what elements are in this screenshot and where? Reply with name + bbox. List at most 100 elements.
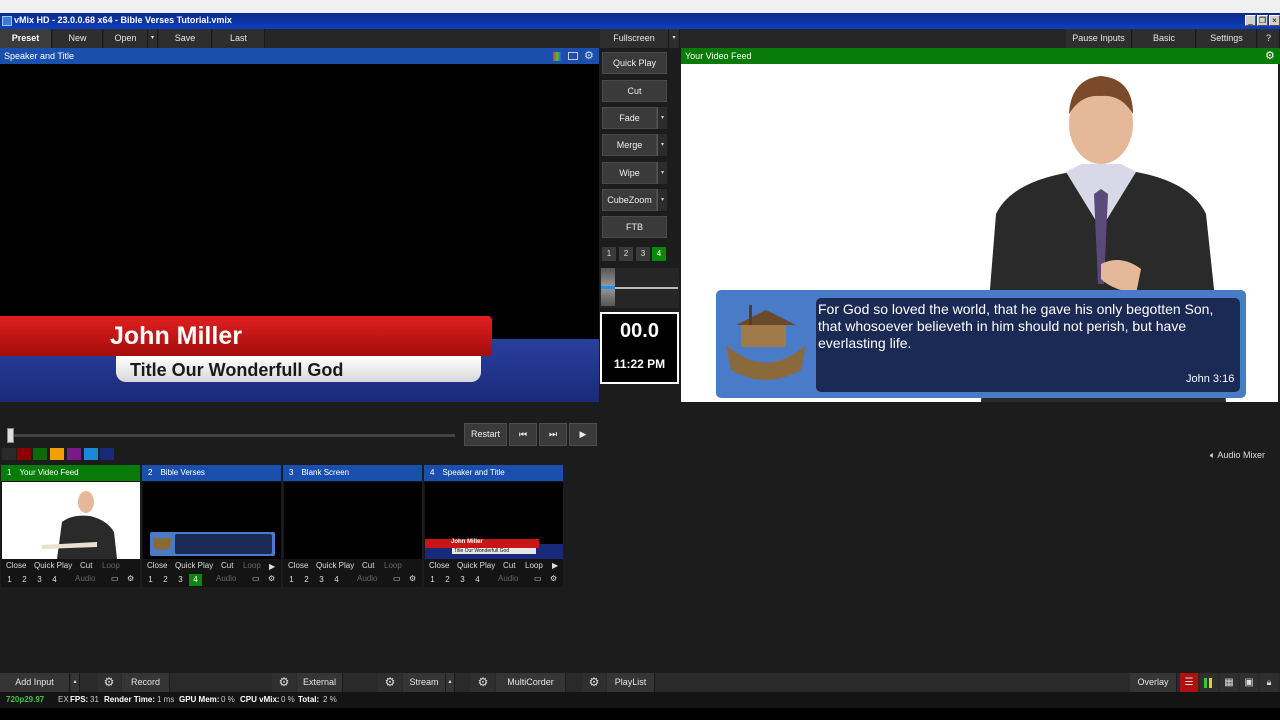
playlist-button[interactable]: PlayList <box>607 673 655 692</box>
input-4-overlay-1[interactable]: 1 <box>426 574 439 586</box>
input-4-audio-button[interactable]: Audio <box>498 574 518 583</box>
list-view-icon[interactable]: ☰ <box>1180 673 1198 692</box>
wipe-button[interactable]: Wipe <box>602 162 657 184</box>
merge-dropdown-icon[interactable]: ▾ <box>657 134 667 156</box>
skip-back-icon[interactable]: ⏮ <box>509 423 537 446</box>
add-input-dropdown-icon[interactable]: ▴ <box>71 673 80 692</box>
color-tag-red[interactable] <box>17 448 31 460</box>
input-1-overlay-1[interactable]: 1 <box>3 574 16 586</box>
input-4-monitor-icon[interactable]: ▭ <box>534 574 542 583</box>
input-3-quick-play-button[interactable]: Quick Play <box>316 561 354 570</box>
play-icon[interactable]: ▶ <box>569 423 597 446</box>
audio-mixer-toggle[interactable]: 🔈︎ Audio Mixer <box>1210 450 1265 461</box>
preview-window[interactable]: John Miller Title Our Wonderfull God <box>0 64 599 402</box>
help-button[interactable]: ? <box>1258 29 1280 48</box>
input-1-loop-button[interactable]: Loop <box>102 561 120 570</box>
input-1[interactable]: 1 Your Video Feed Close Quick Play Cut Lo… <box>1 465 140 587</box>
input-4-overlay-3[interactable]: 3 <box>456 574 469 586</box>
close-icon[interactable]: × <box>1269 15 1280 26</box>
preset-button[interactable]: Preset <box>0 29 52 48</box>
input-4-quick-play-button[interactable]: Quick Play <box>457 561 495 570</box>
input-1-quick-play-button[interactable]: Quick Play <box>34 561 72 570</box>
input-4-header[interactable]: 4 Speaker and Title <box>424 465 563 481</box>
add-input-button[interactable]: Add Input <box>0 673 70 692</box>
open-dropdown-icon[interactable]: ▾ <box>148 29 158 48</box>
ftb-button[interactable]: FTB <box>602 216 667 238</box>
input-2-cut-button[interactable]: Cut <box>221 561 233 570</box>
quick-play-button[interactable]: Quick Play <box>602 52 667 74</box>
color-tag-navy[interactable] <box>100 448 114 460</box>
stream-button[interactable]: Stream <box>403 673 446 692</box>
input-2-gear-icon[interactable]: ⚙ <box>268 574 275 583</box>
input-2-loop-button[interactable]: Loop <box>243 561 261 570</box>
input-1-gear-icon[interactable]: ⚙ <box>127 574 134 583</box>
input-1-overlay-3[interactable]: 3 <box>33 574 46 586</box>
input-1-cut-button[interactable]: Cut <box>80 561 92 570</box>
input-2-header[interactable]: 2 Bible Verses <box>142 465 281 481</box>
external-settings-gear-icon[interactable]: ⚙ <box>272 673 296 692</box>
input-1-header[interactable]: 1 Your Video Feed <box>1 465 140 481</box>
input-3-audio-button[interactable]: Audio <box>357 574 377 583</box>
record-settings-gear-icon[interactable]: ⚙ <box>97 673 121 692</box>
stream-settings-gear-icon[interactable]: ⚙ <box>378 673 402 692</box>
input-2-overlay-4[interactable]: 4 <box>189 574 202 586</box>
input-4-loop-button[interactable]: Loop <box>525 561 543 570</box>
transition-4-button[interactable]: 4 <box>652 247 666 261</box>
color-tag-none[interactable] <box>2 448 16 460</box>
input-4-play-icon[interactable]: ▶ <box>552 561 558 570</box>
t-bar-handle[interactable] <box>601 268 615 306</box>
record-button[interactable]: Record <box>122 673 170 692</box>
cubezoom-button[interactable]: CubeZoom <box>602 189 657 211</box>
input-2-audio-button[interactable]: Audio <box>216 574 236 583</box>
input-3-monitor-icon[interactable]: ▭ <box>393 574 401 583</box>
input-1-overlay-2[interactable]: 2 <box>18 574 31 586</box>
input-2-close-button[interactable]: Close <box>147 561 167 570</box>
restart-button[interactable]: Restart <box>464 423 507 446</box>
external-button[interactable]: External <box>297 673 343 692</box>
color-bars-icon[interactable] <box>553 52 562 61</box>
monitor-icon[interactable] <box>568 52 578 60</box>
input-4[interactable]: 4 Speaker and Title John Miller Title Our… <box>424 465 563 587</box>
input-2-thumbnail[interactable] <box>143 482 281 559</box>
input-3-thumbnail[interactable] <box>284 482 422 559</box>
preview-gear-icon[interactable]: ⚙ <box>584 48 594 64</box>
new-button[interactable]: New <box>53 29 103 48</box>
input-4-close-button[interactable]: Close <box>429 561 449 570</box>
input-1-play-icon[interactable]: ▶ <box>269 562 275 571</box>
multicorder-button[interactable]: MultiCorder <box>496 673 566 692</box>
wipe-dropdown-icon[interactable]: ▾ <box>657 162 667 184</box>
input-1-close-button[interactable]: Close <box>6 561 26 570</box>
overlay-button[interactable]: Overlay <box>1130 673 1177 692</box>
color-tag-orange[interactable] <box>50 448 64 460</box>
snapshot-icon[interactable]: ▣ <box>1240 673 1258 692</box>
playlist-settings-gear-icon[interactable]: ⚙ <box>582 673 606 692</box>
transition-2-button[interactable]: 2 <box>619 247 633 261</box>
input-1-thumbnail[interactable] <box>2 482 140 559</box>
last-button[interactable]: Last <box>213 29 265 48</box>
input-3-loop-button[interactable]: Loop <box>384 561 402 570</box>
input-2-monitor-icon[interactable]: ▭ <box>252 574 260 583</box>
cut-button[interactable]: Cut <box>602 80 667 102</box>
transition-1-button[interactable]: 1 <box>602 247 616 261</box>
basic-button[interactable]: Basic <box>1133 29 1196 48</box>
input-3-header[interactable]: 3 Blank Screen <box>283 465 422 481</box>
input-3-overlay-1[interactable]: 1 <box>285 574 298 586</box>
input-2-overlay-3[interactable]: 3 <box>174 574 187 586</box>
color-tag-purple[interactable] <box>67 448 81 460</box>
settings-button[interactable]: Settings <box>1197 29 1257 48</box>
seek-bar[interactable] <box>10 434 455 437</box>
input-1-audio-button[interactable]: Audio <box>75 574 95 583</box>
input-1-overlay-4[interactable]: 4 <box>48 574 61 586</box>
input-3-gear-icon[interactable]: ⚙ <box>409 574 416 583</box>
fullscreen-dropdown-icon[interactable]: ▾ <box>669 29 680 48</box>
lock-icon[interactable]: 🔒︎ <box>1260 673 1278 692</box>
input-3-cut-button[interactable]: Cut <box>362 561 374 570</box>
seek-handle[interactable] <box>7 428 14 443</box>
input-4-gear-icon[interactable]: ⚙ <box>550 574 557 583</box>
transition-3-button[interactable]: 3 <box>636 247 650 261</box>
input-2[interactable]: 2 Bible Verses Close Quick Play Cut Loop … <box>142 465 281 587</box>
color-tag-blue[interactable] <box>84 448 98 460</box>
input-3-overlay-3[interactable]: 3 <box>315 574 328 586</box>
save-button[interactable]: Save <box>159 29 212 48</box>
input-3[interactable]: 3 Blank Screen Close Quick Play Cut Loop … <box>283 465 422 587</box>
